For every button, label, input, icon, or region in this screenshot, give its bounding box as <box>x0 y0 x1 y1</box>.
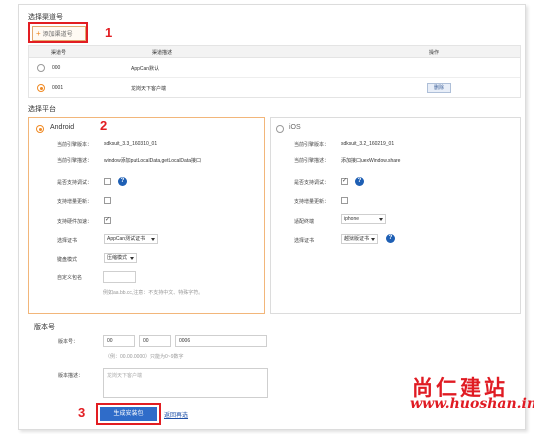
android-engine-desc: window添加putLocalData,getLocalData接口 <box>104 158 201 164</box>
ios-device-value: iphone <box>344 216 360 222</box>
ios-incremental-checkbox[interactable] <box>341 197 348 204</box>
annotation-number-2: 2 <box>100 118 108 133</box>
header-channel-desc: 渠道描述 <box>152 50 173 56</box>
android-keyboard-value: 压缩模式 <box>107 255 128 261</box>
table-header: 渠道号 渠道描述 操作 <box>29 46 520 58</box>
help-icon[interactable]: ? <box>355 177 364 186</box>
delete-channel-button[interactable]: 删除 <box>427 83 451 93</box>
chevron-down-icon <box>379 218 383 221</box>
version-hint: （例：00.00.0000）只能为0~9数字 <box>105 354 184 360</box>
channel-section-title: 选择渠道号 <box>28 14 63 21</box>
android-hw-accel-checkbox[interactable] <box>104 216 111 224</box>
android-keyboard-select[interactable]: 压缩模式 <box>104 253 137 263</box>
version-label: 版本号： <box>58 339 79 345</box>
android-package-hint: 例如aa.bb.cc,注意：不支持中文、特殊字符。 <box>103 290 204 296</box>
channel-desc: 龙岗天下客户端 <box>131 86 167 92</box>
chevron-down-icon <box>371 238 375 241</box>
android-debug-checkbox[interactable] <box>104 178 111 185</box>
android-incremental-checkbox[interactable] <box>104 197 111 204</box>
reselect-link[interactable]: 返回再选 <box>164 410 188 419</box>
android-cert-label: 选择证书 <box>57 238 78 244</box>
android-cert-select[interactable]: AppCan测试证书 <box>104 234 158 244</box>
ios-device-label: 适配终端 <box>294 219 315 225</box>
ios-device-select[interactable]: iphone <box>341 214 386 224</box>
android-incremental-label: 支持增量更新： <box>57 199 93 205</box>
table-row[interactable]: 000 AppCan默认 <box>29 59 520 78</box>
android-package-input[interactable] <box>103 271 136 283</box>
android-debug-label: 是否支持调试： <box>57 180 93 186</box>
version-desc-label: 版本描述： <box>58 373 84 379</box>
android-cert-value: AppCan测试证书 <box>107 236 146 242</box>
ios-radio[interactable] <box>276 125 284 133</box>
ios-engine-version: sdksuit_3.2_160219_01 <box>341 141 395 147</box>
ios-engine-desc: 添加接口uexWindow.share <box>341 158 401 164</box>
ios-title: iOS <box>289 124 301 131</box>
ios-debug-label: 是否支持调试： <box>294 180 330 186</box>
channel-code: 000 <box>52 65 61 71</box>
chevron-down-icon <box>130 257 134 260</box>
channel-code: 0001 <box>52 85 64 91</box>
version-desc-textarea[interactable]: 龙岗天下客户端 <box>103 368 268 398</box>
help-icon[interactable]: ? <box>386 234 395 243</box>
version-patch-input[interactable]: 0006 <box>175 335 267 347</box>
annotation-box-1 <box>28 22 88 43</box>
chevron-down-icon <box>151 238 155 241</box>
help-icon[interactable]: ? <box>118 177 127 186</box>
android-title: Android <box>50 124 75 131</box>
channel-radio-000[interactable] <box>37 64 45 72</box>
android-engine-desc-label: 当前引擎描述： <box>57 158 93 164</box>
ios-cert-label: 选择证书 <box>294 238 315 244</box>
ios-incremental-label: 支持增量更新： <box>294 199 330 205</box>
android-hw-accel-label: 支持硬件加速： <box>57 219 93 225</box>
annotation-box-3 <box>96 403 161 425</box>
version-section-title: 版本号 <box>34 324 55 331</box>
version-major-input[interactable]: 00 <box>103 335 135 347</box>
platform-section-title: 选择平台 <box>28 106 56 113</box>
ios-engine-desc-label: 当前引擎描述： <box>294 158 330 164</box>
version-minor-input[interactable]: 00 <box>139 335 171 347</box>
ios-cert-value: 越狱版证书 <box>344 236 370 242</box>
channel-radio-0001[interactable] <box>37 84 45 92</box>
annotation-number-3: 3 <box>78 405 86 420</box>
android-package-label: 自定义包名 <box>57 275 83 281</box>
header-channel-code: 渠道号 <box>51 50 67 56</box>
android-radio[interactable] <box>36 125 44 133</box>
header-action: 操作 <box>429 50 440 56</box>
annotation-number-1: 1 <box>105 25 113 40</box>
channel-desc: AppCan默认 <box>131 66 160 72</box>
android-engine-version-label: 当前引擎版本： <box>57 142 93 148</box>
ios-engine-version-label: 当前引擎版本： <box>294 142 330 148</box>
ios-cert-select[interactable]: 越狱版证书 <box>341 234 378 244</box>
ios-debug-checkbox[interactable] <box>341 177 348 185</box>
android-keyboard-label: 键盘模式 <box>57 257 78 263</box>
watermark-url: www.huoshan.info <box>410 396 534 412</box>
android-engine-version: sdksuit_3.3_160310_01 <box>104 141 158 147</box>
